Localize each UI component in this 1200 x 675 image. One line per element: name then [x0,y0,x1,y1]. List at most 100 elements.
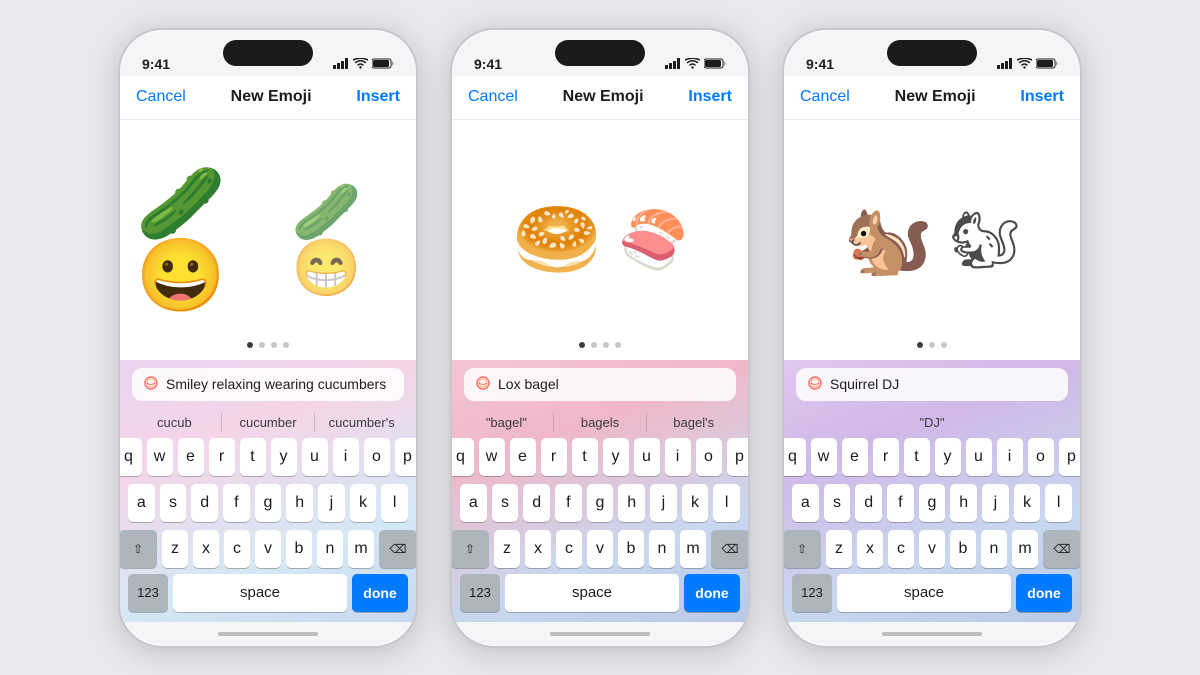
key-e-2[interactable]: e [510,438,536,476]
key-i-2[interactable]: i [665,438,691,476]
key-n-1[interactable]: n [317,530,343,568]
emoji-secondary-3[interactable]: 🐿 [949,212,1020,268]
key-e-3[interactable]: e [842,438,868,476]
key-s-1[interactable]: s [160,484,187,522]
key-x-3[interactable]: x [857,530,883,568]
key-i-1[interactable]: i [333,438,359,476]
emoji-main-1[interactable]: 🥒😀 [136,168,276,312]
delete-key-2[interactable]: ⌫ [711,530,749,568]
emoji-main-2[interactable]: 🥯 [512,204,602,276]
key-t-3[interactable]: t [904,438,930,476]
key-j-1[interactable]: j [318,484,345,522]
shift-key-3[interactable]: ⇧ [783,530,821,568]
key-l-2[interactable]: l [713,484,740,522]
key-h-2[interactable]: h [618,484,645,522]
delete-key-1[interactable]: ⌫ [379,530,417,568]
key-g-2[interactable]: g [587,484,614,522]
key-x-2[interactable]: x [525,530,551,568]
key-i-3[interactable]: i [997,438,1023,476]
key-e-1[interactable]: e [178,438,204,476]
key-f-2[interactable]: f [555,484,582,522]
key-w-3[interactable]: w [811,438,837,476]
key-w-2[interactable]: w [479,438,505,476]
autocomplete-item-2-2[interactable]: bagels [554,413,648,432]
key-z-2[interactable]: z [494,530,520,568]
key-z-3[interactable]: z [826,530,852,568]
done-key-3[interactable]: done [1016,574,1072,612]
key-a-1[interactable]: a [128,484,155,522]
key-z-1[interactable]: z [162,530,188,568]
done-key-2[interactable]: done [684,574,740,612]
shift-key-1[interactable]: ⇧ [119,530,157,568]
key-j-2[interactable]: j [650,484,677,522]
key-o-3[interactable]: o [1028,438,1054,476]
search-field-3[interactable]: Squirrel DJ [796,368,1068,401]
key-k-1[interactable]: k [350,484,377,522]
done-key-1[interactable]: done [352,574,408,612]
space-key-1[interactable]: space [173,574,347,612]
key-h-3[interactable]: h [950,484,977,522]
key-y-3[interactable]: y [935,438,961,476]
num-key-2[interactable]: 123 [460,574,500,612]
key-f-1[interactable]: f [223,484,250,522]
emoji-secondary-1[interactable]: 🥒😁 [292,184,401,296]
key-r-1[interactable]: r [209,438,235,476]
emoji-main-3[interactable]: 🐿️ [844,204,934,276]
key-x-1[interactable]: x [193,530,219,568]
key-g-1[interactable]: g [255,484,282,522]
autocomplete-item-1-3[interactable]: cucumber's [315,413,408,432]
cancel-button-2[interactable]: Cancel [468,88,518,106]
key-b-3[interactable]: b [950,530,976,568]
key-o-2[interactable]: o [696,438,722,476]
key-t-2[interactable]: t [572,438,598,476]
key-q-3[interactable]: q [782,438,806,476]
key-m-2[interactable]: m [680,530,706,568]
key-v-3[interactable]: v [919,530,945,568]
key-n-2[interactable]: n [649,530,675,568]
cancel-button-3[interactable]: Cancel [800,88,850,106]
search-field-1[interactable]: Smiley relaxing wearing cucumbers [132,368,404,401]
key-b-1[interactable]: b [286,530,312,568]
emoji-secondary-2[interactable]: 🍣 [618,212,688,268]
key-f-3[interactable]: f [887,484,914,522]
key-p-1[interactable]: p [395,438,419,476]
delete-key-3[interactable]: ⌫ [1043,530,1081,568]
key-u-2[interactable]: u [634,438,660,476]
key-k-3[interactable]: k [1014,484,1041,522]
key-q-1[interactable]: q [118,438,142,476]
key-g-3[interactable]: g [919,484,946,522]
key-w-1[interactable]: w [147,438,173,476]
key-v-1[interactable]: v [255,530,281,568]
autocomplete-item-3-1[interactable]: "DJ" [792,413,1072,432]
cancel-button-1[interactable]: Cancel [136,88,186,106]
key-o-1[interactable]: o [364,438,390,476]
key-h-1[interactable]: h [286,484,313,522]
insert-button-3[interactable]: Insert [1020,88,1064,106]
key-u-3[interactable]: u [966,438,992,476]
key-r-2[interactable]: r [541,438,567,476]
search-field-2[interactable]: Lox bagel [464,368,736,401]
key-u-1[interactable]: u [302,438,328,476]
key-j-3[interactable]: j [982,484,1009,522]
key-y-1[interactable]: y [271,438,297,476]
key-d-3[interactable]: d [855,484,882,522]
key-k-2[interactable]: k [682,484,709,522]
key-c-3[interactable]: c [888,530,914,568]
key-r-3[interactable]: r [873,438,899,476]
key-t-1[interactable]: t [240,438,266,476]
space-key-3[interactable]: space [837,574,1011,612]
key-l-3[interactable]: l [1045,484,1072,522]
key-s-3[interactable]: s [824,484,851,522]
key-l-1[interactable]: l [381,484,408,522]
insert-button-1[interactable]: Insert [356,88,400,106]
key-b-2[interactable]: b [618,530,644,568]
key-m-3[interactable]: m [1012,530,1038,568]
key-d-2[interactable]: d [523,484,550,522]
key-d-1[interactable]: d [191,484,218,522]
key-a-2[interactable]: a [460,484,487,522]
key-a-3[interactable]: a [792,484,819,522]
key-n-3[interactable]: n [981,530,1007,568]
shift-key-2[interactable]: ⇧ [451,530,489,568]
autocomplete-item-2-1[interactable]: "bagel" [460,413,554,432]
insert-button-2[interactable]: Insert [688,88,732,106]
